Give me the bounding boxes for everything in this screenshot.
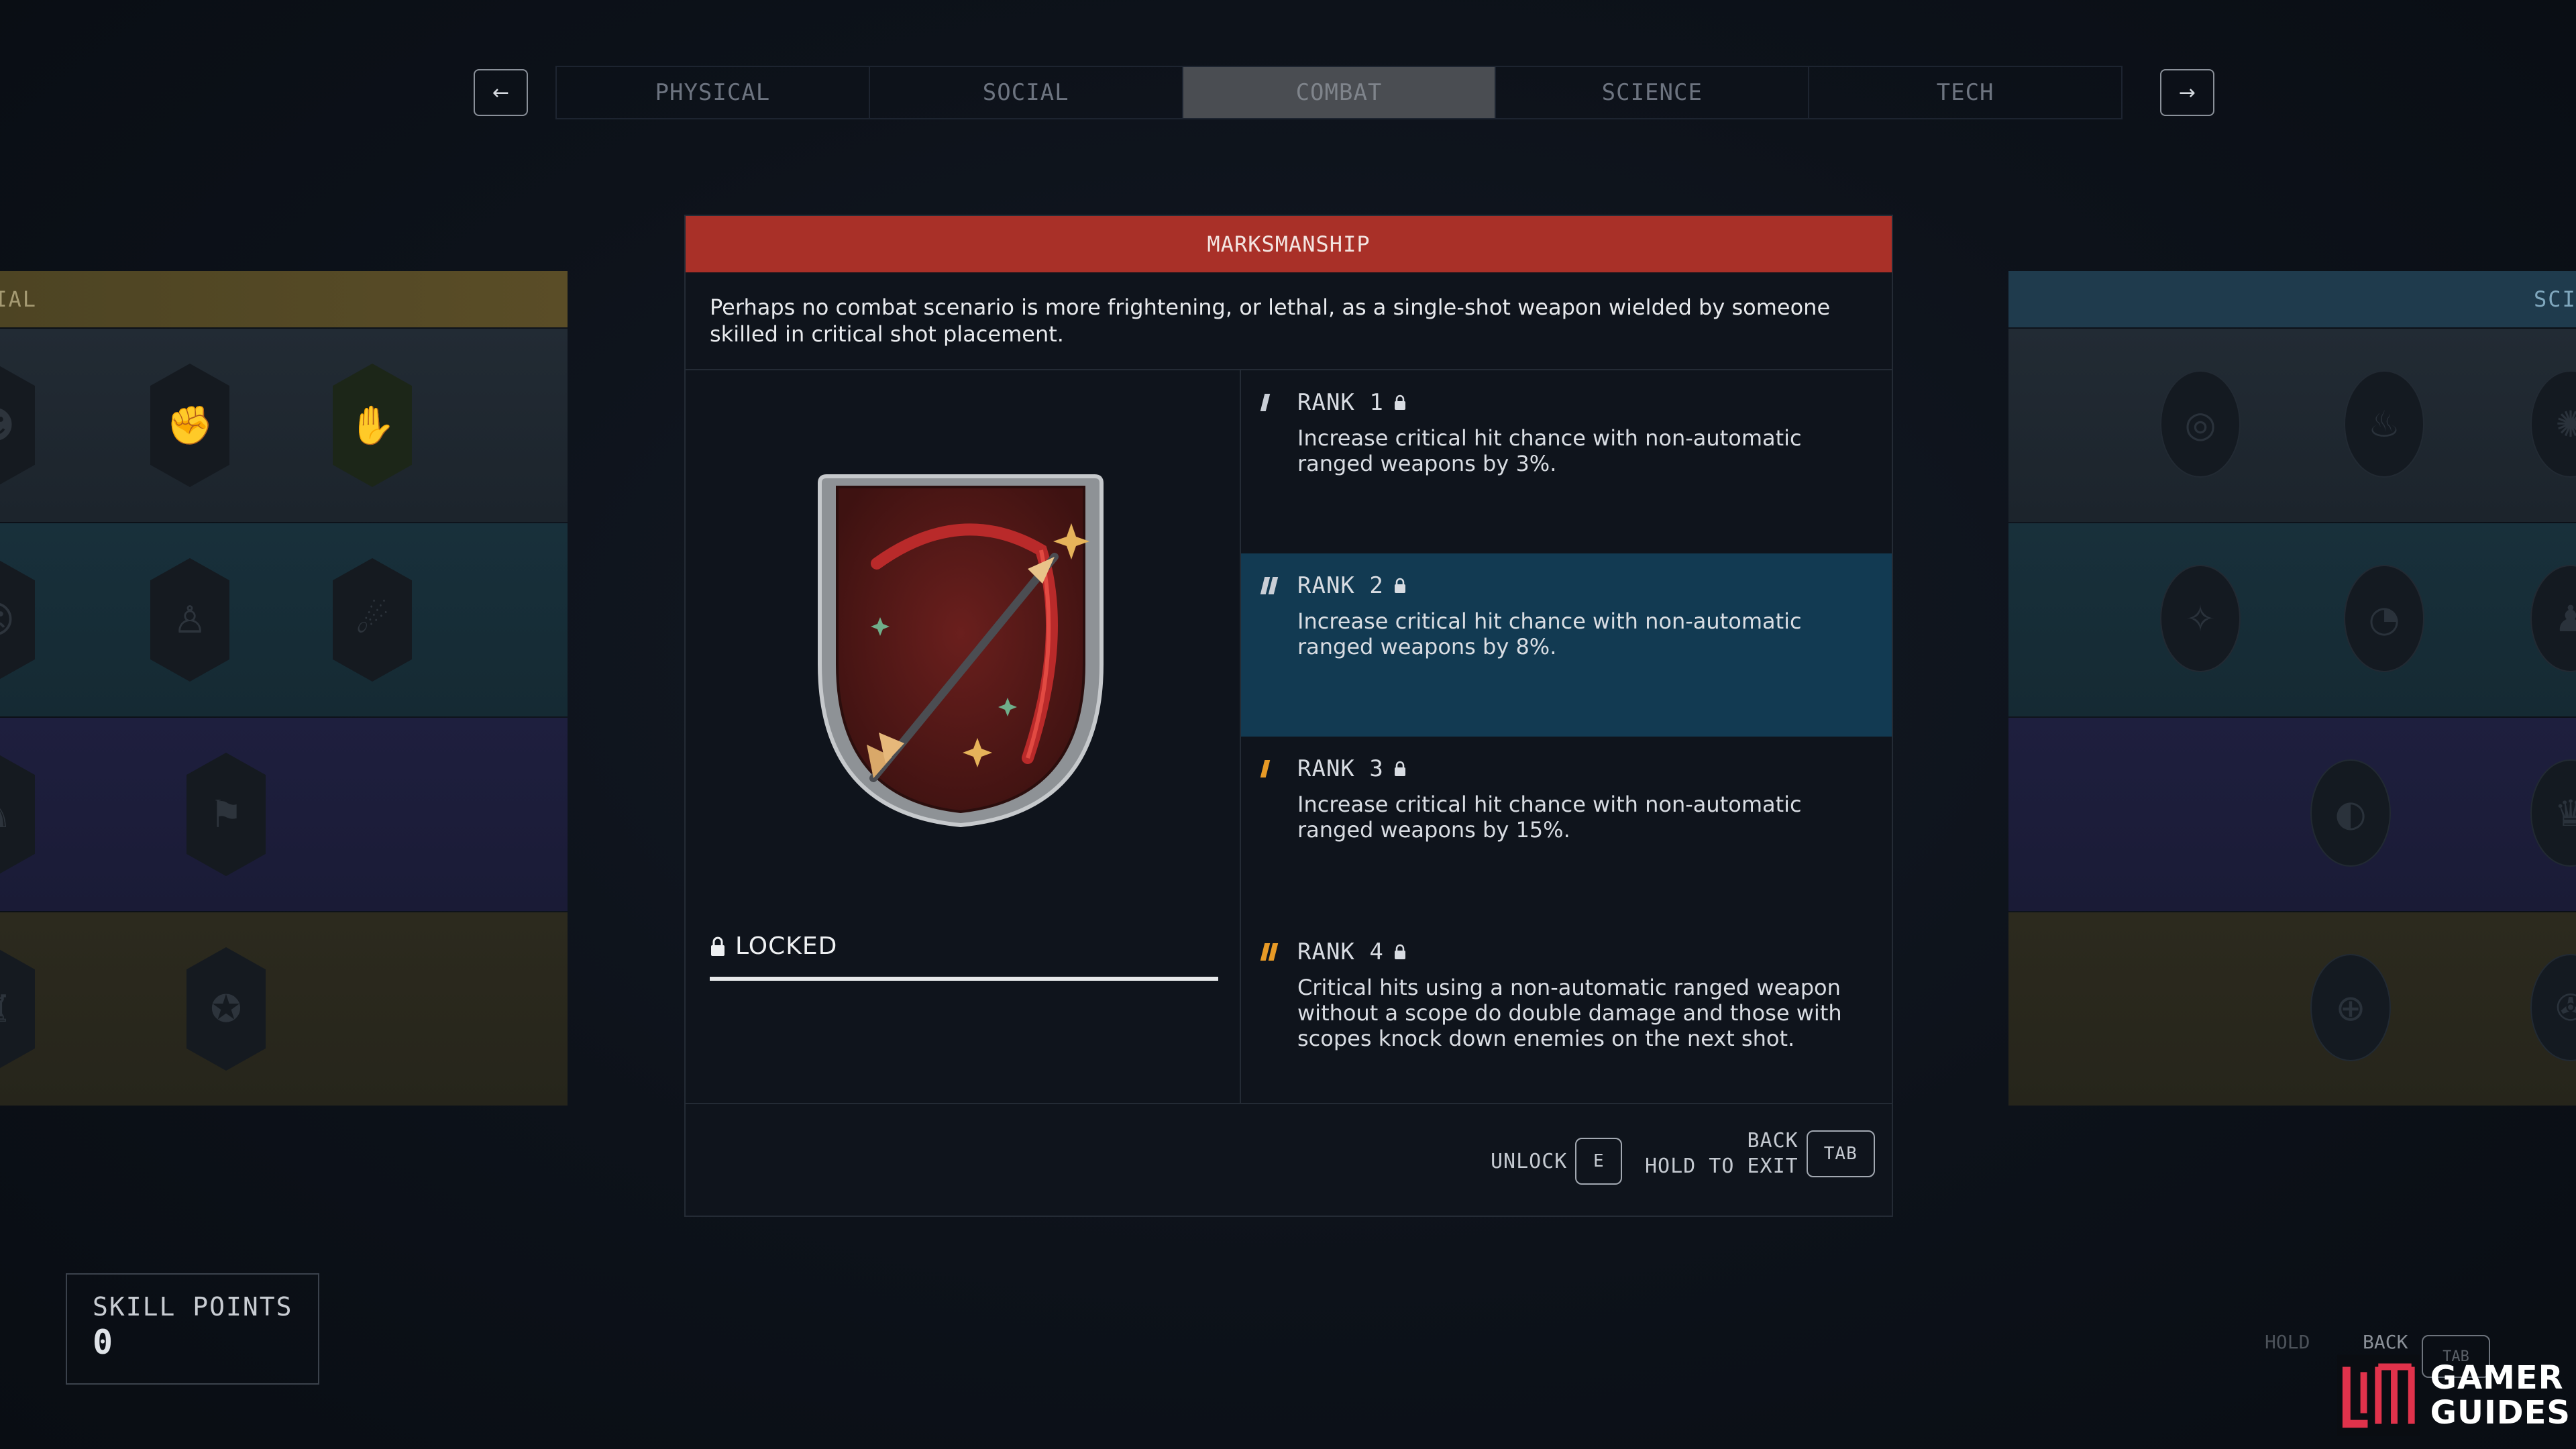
rank-list: RANK 1 Increase critical hit chance with…	[1241, 370, 1892, 1103]
lock-icon	[1394, 394, 1405, 410]
skill-icon-unlocked[interactable]: ✋	[333, 364, 412, 487]
gamer-guides-logo-icon	[2337, 1354, 2420, 1436]
skill-detail-dialog: MARKSMANSHIP Perhaps no combat scenario …	[684, 215, 1893, 1217]
rank-pip-icon	[1260, 394, 1288, 411]
hold-to-exit-label: HOLD TO EXIT	[1645, 1155, 1799, 1178]
next-category-button[interactable]: →	[2160, 69, 2214, 116]
rank-description: Critical hits using a non-automatic rang…	[1297, 975, 1842, 1051]
rank-2[interactable]: RANK 2 Increase critical hit chance with…	[1241, 553, 1892, 737]
skill-row: ✧ ◔ ♟	[2008, 523, 2576, 716]
skill-icon-locked[interactable]: ☄	[333, 558, 412, 682]
lock-icon	[1394, 578, 1405, 593]
skill-points-value: 0	[93, 1323, 113, 1362]
rank-label: RANK 3	[1297, 755, 1384, 782]
tab-tech[interactable]: TECH	[1809, 67, 2121, 118]
skill-icon-locked[interactable]: ☻	[0, 364, 35, 487]
skill-icon-locked[interactable]: ✊	[150, 364, 229, 487]
bow-and-arrow-badge-icon	[806, 463, 1115, 839]
unlock-button[interactable]: UNLOCK E	[1491, 1138, 1623, 1185]
key-tab: TAB	[1806, 1130, 1875, 1177]
rank-pip-icon	[1260, 943, 1288, 961]
rank-label: RANK 1	[1297, 389, 1384, 416]
lock-icon	[1394, 944, 1405, 959]
corner-hold-label: HOLD	[2265, 1331, 2310, 1353]
skill-row: ◐ ♛	[2008, 718, 2576, 911]
skill-icon-locked[interactable]: ✧	[2160, 565, 2241, 672]
category-tabs: PHYSICAL SOCIAL COMBAT SCIENCE TECH	[555, 66, 2123, 119]
skill-title: MARKSMANSHIP	[686, 216, 1892, 272]
rank-1[interactable]: RANK 1 Increase critical hit chance with…	[1241, 370, 1892, 553]
skill-icon-locked[interactable]: ⊕	[2310, 954, 2391, 1061]
skill-icon-locked[interactable]: ◐	[2310, 759, 2391, 867]
skill-badge-panel: LOCKED	[686, 370, 1241, 1103]
skill-row: ♜ ✪	[0, 912, 568, 1106]
skill-icon-locked[interactable]: ☹	[0, 558, 35, 682]
skill-icon-locked[interactable]: ♞	[0, 753, 35, 876]
skill-points-label: SKILL POINTS	[93, 1292, 293, 1322]
lock-icon	[711, 936, 724, 956]
science-tree-header: SCIE	[2008, 271, 2576, 327]
skill-icon-locked[interactable]: ◎	[2160, 370, 2241, 478]
skill-description: Perhaps no combat scenario is more frigh…	[686, 272, 1892, 370]
skill-row: ♞ ⚑	[0, 718, 568, 911]
unlock-label: UNLOCK	[1491, 1149, 1568, 1173]
rank-description: Increase critical hit chance with non-au…	[1297, 425, 1802, 476]
rank-4[interactable]: RANK 4 Critical hits using a non-automat…	[1241, 920, 1892, 1103]
skill-icon-locked[interactable]: ⚑	[186, 753, 266, 876]
lock-status: LOCKED	[710, 932, 837, 960]
skill-icon-locked[interactable]: ✇	[2530, 954, 2576, 1061]
gamer-guides-watermark: GAMER GUIDES	[2337, 1348, 2571, 1442]
rank-description: Increase critical hit chance with non-au…	[1297, 792, 1802, 843]
prev-category-button[interactable]: ←	[474, 69, 528, 116]
skill-icon-locked[interactable]: ♛	[2530, 759, 2576, 867]
skill-icon-locked[interactable]: ✺	[2530, 370, 2576, 478]
tab-physical[interactable]: PHYSICAL	[557, 67, 870, 118]
lock-status-label: LOCKED	[735, 932, 838, 960]
skill-icon-locked[interactable]: ♜	[0, 947, 35, 1071]
tab-social[interactable]: SOCIAL	[870, 67, 1183, 118]
skill-icon-locked[interactable]: ♙	[150, 558, 229, 682]
arrow-left-icon: ←	[492, 80, 510, 105]
dialog-footer: UNLOCK E BACK HOLD TO EXIT TAB	[686, 1104, 1892, 1218]
skill-points-panel: SKILL POINTS 0	[66, 1273, 319, 1385]
rank-label: RANK 4	[1297, 938, 1384, 965]
skill-row: ☹ ♙ ☄	[0, 523, 568, 716]
watermark-line2: GUIDES	[2430, 1394, 2571, 1432]
arrow-right-icon: →	[2178, 80, 2196, 105]
skill-icon-locked[interactable]: ♟	[2530, 565, 2576, 672]
rank-pip-icon	[1260, 760, 1288, 777]
social-tree-header: CIAL	[0, 271, 568, 327]
skill-icon-locked[interactable]: ✪	[186, 947, 266, 1071]
social-skill-tree: CIAL ☻ ✊ ✋ ☹ ♙ ☄ ♞ ⚑ ♜ ✪	[0, 271, 568, 1106]
rank-pip-icon	[1260, 577, 1288, 594]
rank-3[interactable]: RANK 3 Increase critical hit chance with…	[1241, 737, 1892, 920]
tab-science[interactable]: SCIENCE	[1496, 67, 1810, 118]
skill-row: ☻ ✊ ✋	[0, 329, 568, 522]
back-label: BACK	[1747, 1129, 1799, 1152]
watermark-line1: GAMER	[2430, 1359, 2564, 1397]
tab-combat[interactable]: COMBAT	[1183, 67, 1497, 118]
back-button[interactable]: BACK HOLD TO EXIT TAB	[1645, 1128, 1875, 1179]
rank-label: RANK 2	[1297, 572, 1384, 599]
skill-row: ⊕ ✇	[2008, 912, 2576, 1106]
unlock-progress-bar	[710, 977, 1218, 981]
rank-description: Increase critical hit chance with non-au…	[1297, 608, 1802, 659]
lock-icon	[1394, 761, 1405, 776]
science-skill-tree: SCIE ◎ ♨ ✺ ✧ ◔ ♟ ◐ ♛ ⊕ ✇	[2008, 271, 2576, 1106]
key-e: E	[1575, 1138, 1623, 1185]
skill-icon-locked[interactable]: ◔	[2344, 565, 2424, 672]
skill-icon-locked[interactable]: ♨	[2344, 370, 2424, 478]
skill-row: ◎ ♨ ✺	[2008, 329, 2576, 522]
